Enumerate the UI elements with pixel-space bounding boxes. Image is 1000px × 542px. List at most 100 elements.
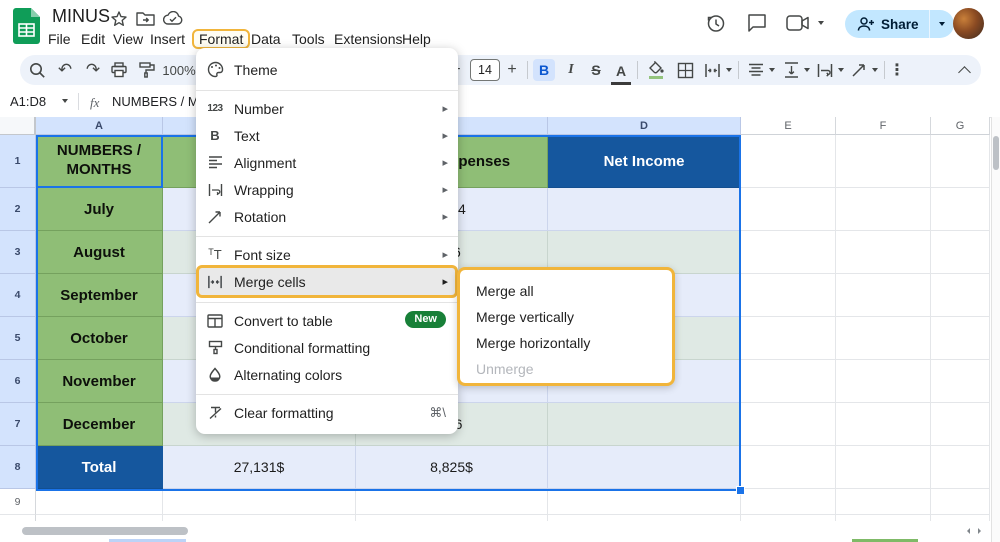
share-dropdown[interactable] <box>930 17 954 32</box>
row-header-7[interactable]: 7 <box>0 403 36 446</box>
more-options-icon[interactable]: ⋮ <box>888 55 906 85</box>
print-icon[interactable] <box>106 55 132 85</box>
text-wrap-dropdown-icon[interactable] <box>838 68 844 75</box>
cell-F9[interactable] <box>836 489 931 515</box>
menu-item-font-size[interactable]: TT Font size ▸ <box>196 241 458 268</box>
menu-item-wrapping[interactable]: Wrapping ▸ <box>196 176 458 203</box>
submenu-item-merge-horizontally[interactable]: Merge horizontally <box>460 330 672 355</box>
move-to-folder-icon[interactable] <box>136 11 155 27</box>
cell-F6[interactable] <box>836 360 931 403</box>
column-header-D[interactable]: D <box>548 117 741 135</box>
cell-A8[interactable]: Total <box>36 446 163 489</box>
text-color-button[interactable]: A <box>611 60 631 85</box>
vertical-scrollbar[interactable] <box>991 117 1000 542</box>
row-header-8[interactable]: 8 <box>0 446 36 489</box>
text-rotation-dropdown-icon[interactable] <box>872 68 878 75</box>
horizontal-align-dropdown-icon[interactable] <box>769 68 775 75</box>
cell-G6[interactable] <box>931 360 990 403</box>
font-size-increase[interactable]: + <box>504 55 520 85</box>
menu-item-clear-formatting[interactable]: Clear formatting ⌘\ <box>196 399 458 426</box>
document-title[interactable]: MINUS <box>52 6 110 27</box>
font-size-input[interactable]: 14 <box>470 59 500 81</box>
star-icon[interactable] <box>110 10 128 28</box>
comment-icon[interactable] <box>747 13 767 33</box>
cell-A4[interactable]: September <box>36 274 163 317</box>
undo-icon[interactable]: ↶ <box>52 55 78 85</box>
vertical-scrollbar-thumb[interactable] <box>993 136 999 170</box>
borders-button[interactable] <box>673 55 697 85</box>
cell-A7[interactable]: December <box>36 403 163 446</box>
horizontal-scrollbar-thumb[interactable] <box>22 527 188 535</box>
name-box-dropdown-icon[interactable] <box>62 99 68 106</box>
strikethrough-button[interactable]: S <box>586 55 606 85</box>
menu-item-number[interactable]: 123 Number ▸ <box>196 95 458 122</box>
cell-D2[interactable] <box>548 188 741 231</box>
menu-item-merge-cells[interactable]: Merge cells ▸ <box>196 268 458 295</box>
cell-A3[interactable]: August <box>36 231 163 274</box>
submenu-item-merge-vertically[interactable]: Merge vertically <box>460 304 672 329</box>
vertical-align-button[interactable] <box>780 55 802 85</box>
zoom-select[interactable]: 100% <box>160 55 198 85</box>
cell-C9[interactable] <box>356 489 548 515</box>
cell-E7[interactable] <box>741 403 836 446</box>
cell-D7[interactable] <box>548 403 741 446</box>
cell-E6[interactable] <box>741 360 836 403</box>
italic-button[interactable]: I <box>561 55 581 85</box>
cell-G9[interactable] <box>931 489 990 515</box>
column-header-G[interactable]: G <box>931 117 990 135</box>
cell-A1[interactable]: NUMBERS / MONTHS <box>36 135 163 188</box>
search-icon[interactable] <box>24 55 50 85</box>
name-box[interactable]: A1:D8 <box>10 94 46 109</box>
scroll-left-arrow-icon[interactable] <box>964 528 970 534</box>
cell-G5[interactable] <box>931 317 990 360</box>
merge-cells-button[interactable] <box>701 55 723 85</box>
avatar[interactable] <box>953 8 984 39</box>
cell-F7[interactable] <box>836 403 931 446</box>
cell-B8[interactable]: 27,131$ <box>163 446 356 489</box>
row-header-2[interactable]: 2 <box>0 188 36 231</box>
cell-D1[interactable]: Net Income <box>548 135 741 188</box>
cell-E3[interactable] <box>741 231 836 274</box>
menu-item-convert-to-table[interactable]: Convert to table New <box>196 307 458 334</box>
cell-G3[interactable] <box>931 231 990 274</box>
select-all-corner[interactable] <box>0 117 36 135</box>
menubar-file[interactable]: File <box>41 29 78 49</box>
cell-E1[interactable] <box>741 135 836 188</box>
cell-F2[interactable] <box>836 188 931 231</box>
text-wrap-button[interactable] <box>814 55 836 85</box>
cell-A6[interactable]: November <box>36 360 163 403</box>
cell-F4[interactable] <box>836 274 931 317</box>
cell-A2[interactable]: July <box>36 188 163 231</box>
paint-format-icon[interactable] <box>134 55 160 85</box>
column-header-F[interactable]: F <box>836 117 931 135</box>
menu-item-text[interactable]: B Text ▸ <box>196 122 458 149</box>
fill-color-button[interactable] <box>645 55 667 85</box>
collapse-toolbar-icon[interactable] <box>952 55 976 85</box>
cell-C8[interactable]: 8,825$ <box>356 446 548 489</box>
video-call-dropdown-icon[interactable] <box>818 21 824 28</box>
menu-item-rotation[interactable]: Rotation ▸ <box>196 203 458 230</box>
cell-D9[interactable] <box>548 489 741 515</box>
row-header-5[interactable]: 5 <box>0 317 36 360</box>
merge-dropdown-icon[interactable] <box>726 68 732 75</box>
menu-item-alignment[interactable]: Alignment ▸ <box>196 149 458 176</box>
row-header-6[interactable]: 6 <box>0 360 36 403</box>
menubar-insert[interactable]: Insert <box>143 29 192 49</box>
cell-G7[interactable] <box>931 403 990 446</box>
column-header-E[interactable]: E <box>741 117 836 135</box>
menu-item-alternating-colors[interactable]: Alternating colors <box>196 361 458 388</box>
cell-E5[interactable] <box>741 317 836 360</box>
menubar-help[interactable]: Help <box>395 29 438 49</box>
fill-handle[interactable] <box>736 486 745 495</box>
cell-F1[interactable] <box>836 135 931 188</box>
cell-E8[interactable] <box>741 446 836 489</box>
menu-item-theme[interactable]: Theme <box>196 56 458 83</box>
row-header-1[interactable]: 1 <box>0 135 36 188</box>
redo-icon[interactable]: ↷ <box>80 55 106 85</box>
cell-E9[interactable] <box>741 489 836 515</box>
scroll-right-arrow-icon[interactable] <box>978 528 984 534</box>
cell-G8[interactable] <box>931 446 990 489</box>
bold-button[interactable]: B <box>533 59 555 81</box>
horizontal-align-button[interactable] <box>745 55 767 85</box>
cell-A9[interactable] <box>36 489 163 515</box>
